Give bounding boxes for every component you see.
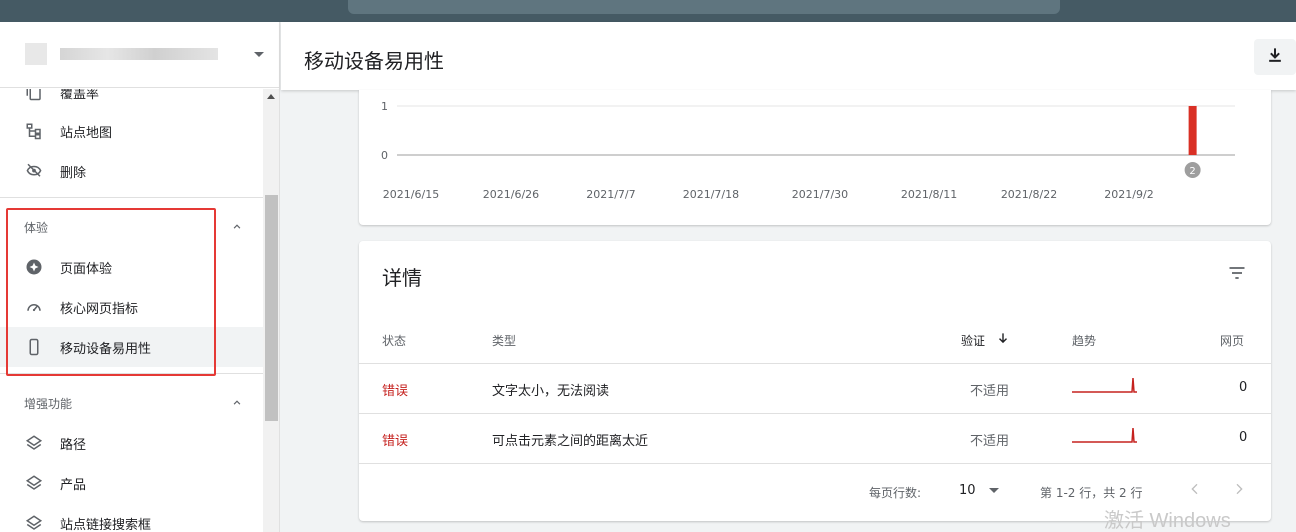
page-title: 移动设备易用性: [304, 49, 444, 73]
sidebar-item-label: 站点地图: [60, 125, 113, 141]
x-tick-label: 2021/7/7: [586, 188, 635, 201]
y-tick-label: 0: [381, 149, 388, 162]
smartphone-icon: [24, 337, 44, 357]
chevron-up-icon: [230, 220, 244, 237]
chevron-right-icon[interactable]: [1231, 481, 1247, 500]
sidebar-item-sitemaps[interactable]: 站点地图: [0, 111, 263, 151]
x-tick-label: 2021/9/2: [1104, 188, 1153, 201]
trend-sparkline: [1072, 424, 1138, 448]
caret-down-icon: [254, 52, 264, 57]
sidebar-item-breadcrumbs[interactable]: 路径: [0, 423, 263, 463]
column-header-status[interactable]: 状态: [382, 332, 406, 349]
property-favicon: [25, 43, 47, 65]
sidebar-item-products[interactable]: 产品: [0, 463, 263, 503]
y-tick-label: 1: [381, 100, 388, 113]
validation-cell: 不适用: [970, 434, 1010, 449]
chart-bar: [1188, 106, 1197, 155]
column-header-type[interactable]: 类型: [492, 332, 516, 349]
arrow-down-icon[interactable]: [996, 331, 1010, 348]
sidebar-item-label: 页面体验: [60, 261, 113, 277]
layers-icon: [24, 513, 44, 532]
column-header-pages[interactable]: 网页: [1220, 332, 1244, 349]
table-row[interactable]: 错误 可点击元素之间的距离太近 不适用 0: [359, 414, 1271, 464]
sidebar-scrollbar[interactable]: [263, 89, 279, 532]
pagination-range: 第 1-2 行，共 2 行: [1040, 486, 1143, 500]
section-header-enhancements[interactable]: 增强功能: [0, 383, 263, 423]
filter-icon[interactable]: [1227, 263, 1247, 287]
trend-sparkline: [1072, 374, 1138, 398]
sidebar-item-label: 删除: [60, 165, 87, 181]
top-app-bar: [0, 0, 1296, 22]
details-card: 详情 状态 类型 验证 趋势 网页 错误 文字太小，无法阅读 不适用 0 错误 …: [359, 241, 1271, 521]
section-title: 体验: [24, 220, 49, 235]
status-cell: 错误: [382, 384, 409, 399]
sidebar-item-label: 覆盖率: [60, 89, 100, 102]
download-icon: [1265, 45, 1285, 69]
chevron-up-icon: [230, 396, 244, 413]
layers-icon: [24, 473, 44, 493]
x-tick-label: 2021/8/22: [1001, 188, 1057, 201]
sidebar-item-label: 站点链接搜索框: [60, 517, 152, 532]
sidebar-item-label: 移动设备易用性: [60, 341, 152, 357]
sidebar-nav: 覆盖率 站点地图 删除 体验 页面体验 核心网页指标 移动设备易用性 增强功能 …: [0, 89, 263, 532]
chart-card: 1 0 2021/6/15 2021/6/26 2021/7/7 2021/7/18 202…: [359, 90, 1271, 225]
x-tick-label: 2021/7/18: [683, 188, 739, 201]
table-row[interactable]: 错误 文字太小，无法阅读 不适用 0: [359, 364, 1271, 414]
details-title: 详情: [382, 266, 422, 290]
export-button[interactable]: [1254, 39, 1296, 75]
x-tick-label: 2021/7/30: [792, 188, 848, 201]
property-selector[interactable]: [0, 22, 279, 88]
sidebar: 覆盖率 站点地图 删除 体验 页面体验 核心网页指标 移动设备易用性 增强功能 …: [0, 22, 280, 532]
sidebar-item-label: 产品: [60, 477, 87, 493]
x-tick-label: 2021/6/15: [383, 188, 439, 201]
eye-off-icon: [24, 161, 44, 181]
sidebar-item-coverage[interactable]: 覆盖率: [0, 89, 263, 112]
section-header-experience[interactable]: 体验: [0, 207, 263, 247]
scrollbar-thumb[interactable]: [265, 195, 278, 421]
dropdown-caret-icon[interactable]: [989, 488, 999, 493]
divider: [0, 373, 263, 374]
pages-cell: 0: [1239, 380, 1248, 395]
annotation-label: 2: [1189, 166, 1195, 177]
sidebar-item-mobile-usability[interactable]: 移动设备易用性: [0, 327, 263, 367]
mobile-usability-chart: 1 0 2021/6/15 2021/6/26 2021/7/7 2021/7/18 202…: [381, 100, 1235, 201]
rows-per-page-select[interactable]: 10: [959, 483, 976, 498]
rows-per-page-label: 每页行数:: [869, 486, 922, 500]
table-header: 状态 类型 验证 趋势 网页: [359, 314, 1271, 364]
x-tick-label: 2021/6/26: [483, 188, 539, 201]
type-cell: 文字太小，无法阅读: [492, 384, 610, 399]
section-title: 增强功能: [24, 396, 73, 411]
search-bar[interactable]: [348, 0, 1060, 14]
copy-icon: [24, 89, 44, 102]
type-cell: 可点击元素之间的距离太近: [492, 434, 649, 449]
sidebar-item-sitelinks-searchbox[interactable]: 站点链接搜索框: [0, 503, 263, 532]
status-cell: 错误: [382, 434, 409, 449]
layers-icon: [24, 433, 44, 453]
pages-cell: 0: [1239, 430, 1248, 445]
sidebar-item-removals[interactable]: 删除: [0, 151, 263, 191]
column-header-validation[interactable]: 验证: [961, 332, 985, 349]
column-header-trend[interactable]: 趋势: [1072, 332, 1096, 349]
divider: [0, 197, 263, 198]
sitemap-icon: [24, 121, 44, 141]
sidebar-item-page-experience[interactable]: 页面体验: [0, 247, 263, 287]
sidebar-item-label: 核心网页指标: [60, 301, 139, 317]
sidebar-item-core-web-vitals[interactable]: 核心网页指标: [0, 287, 263, 327]
scroll-up-arrow-icon[interactable]: [267, 94, 275, 99]
property-name-redacted: [60, 48, 218, 60]
speedometer-icon: [24, 297, 44, 317]
sidebar-item-label: 路径: [60, 437, 87, 453]
x-tick-label: 2021/8/11: [901, 188, 957, 201]
page-header: 移动设备易用性: [281, 22, 1296, 90]
star-circle-icon: [24, 257, 44, 277]
chevron-left-icon[interactable]: [1187, 481, 1203, 500]
validation-cell: 不适用: [970, 384, 1010, 399]
windows-activation-watermark: 激活 Windows: [1104, 510, 1231, 532]
